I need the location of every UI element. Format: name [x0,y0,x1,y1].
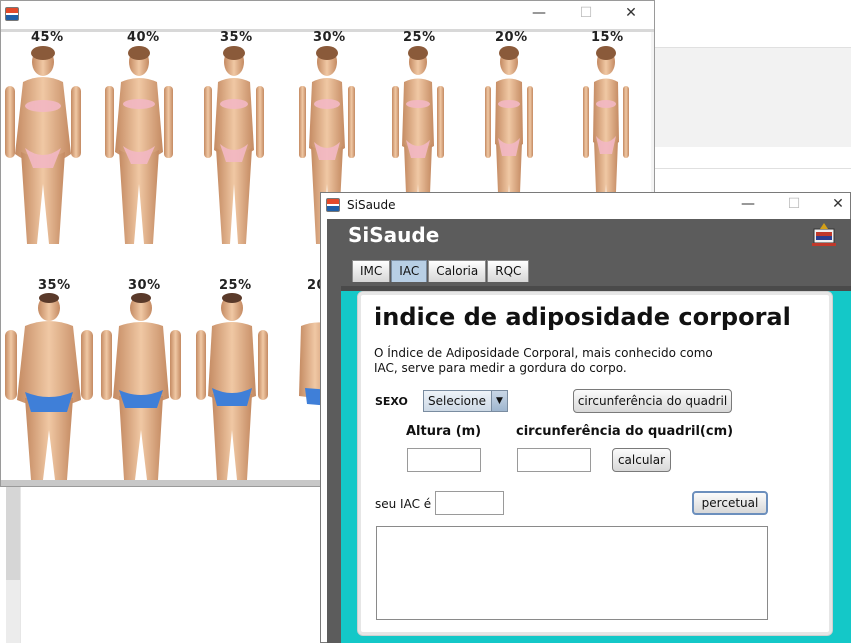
left-border [327,286,341,643]
java-icon [326,198,340,212]
calcular-button[interactable]: calcular [612,448,671,472]
altura-label: Altura (m) [406,424,482,439]
quadril-input[interactable] [517,448,591,472]
women-pct-label: 15% [591,30,624,45]
sexo-select[interactable]: Selecione ▼ [423,390,508,412]
maximize-button[interactable]: ☐ [779,196,809,212]
close-button[interactable]: ✕ [823,196,851,212]
women-pct-label: 25% [403,30,436,45]
tab-rqc[interactable]: RQC [487,260,530,282]
chevron-down-icon[interactable]: ▼ [491,391,507,411]
sisaude-window: SiSaude — ☐ ✕ SiSaude IMC IAC Caloria RQ… [320,192,851,643]
percentual-button[interactable]: percetual [692,491,768,515]
background-divider [655,168,851,169]
app-header: SiSaude IMC IAC Caloria RQC [327,219,851,286]
iac-result-field[interactable] [435,491,504,515]
tab-caloria[interactable]: Caloria [428,260,487,282]
page-title: indice de adiposidade corporal [374,303,791,331]
sisaude-titlebar: SiSaude — ☐ ✕ [321,193,850,219]
quadril-info-button[interactable]: circunferência do quadril [573,389,732,413]
minimize-button[interactable]: — [733,196,763,212]
app-name: SiSaude [348,223,440,247]
background-scrollbar [6,485,20,580]
men-figures-illustration [5,293,331,480]
background-panel [655,47,851,147]
sexo-select-value: Selecione [428,394,486,408]
women-pct-label: 40% [127,30,160,45]
tab-imc[interactable]: IMC [352,260,391,282]
output-textarea[interactable] [376,526,768,620]
women-pct-label: 35% [220,30,253,45]
window-title: SiSaude [347,198,396,212]
minimize-button[interactable]: — [524,5,554,21]
sexo-label: SEXO [375,395,408,408]
women-pct-label: 30% [313,30,346,45]
women-pct-label: 45% [31,30,64,45]
background-strip [6,580,20,643]
background-divider [20,485,21,643]
tab-bar: IMC IAC Caloria RQC [352,260,530,282]
maximize-button[interactable]: ☐ [571,5,601,21]
result-label: seu IAC é [375,497,432,511]
image-viewer-titlebar: — ☐ ✕ [1,1,654,29]
tab-iac[interactable]: IAC [391,260,428,282]
altura-input[interactable] [407,448,481,472]
women-pct-label: 20% [495,30,528,45]
close-button[interactable]: ✕ [616,5,646,21]
quadril-label: circunferência do quadril(cm) [516,424,734,439]
java-icon [5,7,19,21]
description-text: O Índice de Adiposidade Corporal, mais c… [374,346,713,375]
crest-logo-icon [812,223,836,246]
